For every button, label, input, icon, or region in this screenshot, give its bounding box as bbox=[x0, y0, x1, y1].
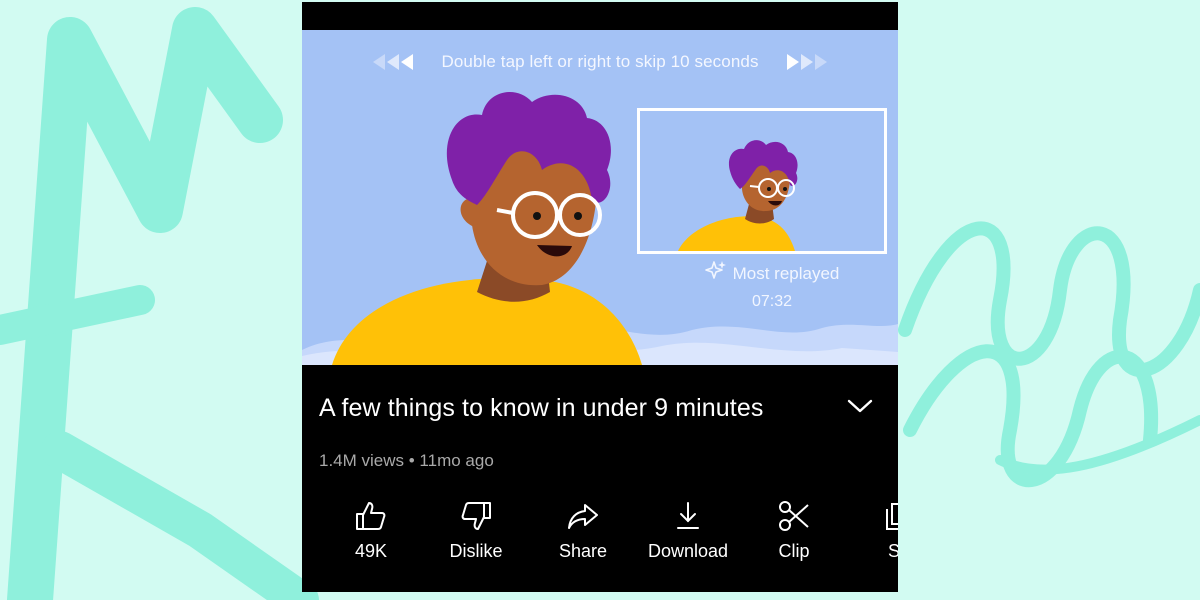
share-icon bbox=[528, 497, 638, 535]
like-count: 49K bbox=[354, 541, 388, 561]
save-button[interactable]: Sa bbox=[844, 497, 898, 562]
dislike-label: Dislike bbox=[449, 541, 503, 561]
youtube-phone-screen: Double tap left or right to skip 10 seco… bbox=[302, 2, 898, 592]
skip-hint: Double tap left or right to skip 10 seco… bbox=[302, 52, 898, 72]
save-label: Sa bbox=[887, 541, 898, 561]
download-label: Download bbox=[647, 541, 729, 561]
most-replayed-time: 07:32 bbox=[751, 293, 793, 310]
dislike-button[interactable]: Dislike bbox=[421, 497, 531, 562]
most-replayed-label: Most replayed bbox=[732, 263, 840, 283]
action-bar: 49K Dislike Share Download Clip S bbox=[302, 497, 898, 577]
video-title[interactable]: A few things to know in under 9 minutes bbox=[319, 394, 763, 423]
forward-arrows-icon bbox=[781, 52, 831, 72]
scissors-icon bbox=[739, 497, 849, 535]
most-replayed-marker: Most replayed 07:32 bbox=[672, 260, 872, 311]
download-button[interactable]: Download bbox=[633, 497, 743, 562]
thumbs-up-icon bbox=[316, 497, 426, 535]
save-icon bbox=[844, 497, 898, 535]
share-label: Share bbox=[558, 541, 608, 561]
sparkle-icon bbox=[704, 260, 727, 287]
clip-label: Clip bbox=[778, 541, 810, 561]
seek-preview-thumbnail bbox=[637, 108, 887, 254]
skip-hint-text: Double tap left or right to skip 10 seco… bbox=[441, 52, 759, 71]
rewind-arrows-icon bbox=[369, 52, 419, 72]
share-button[interactable]: Share bbox=[528, 497, 638, 562]
chevron-down-icon[interactable] bbox=[845, 395, 875, 422]
download-icon bbox=[633, 497, 743, 535]
thumbs-down-icon bbox=[421, 497, 531, 535]
like-button[interactable]: 49K bbox=[316, 497, 426, 562]
clip-button[interactable]: Clip bbox=[739, 497, 849, 562]
video-meta: 1.4M views • 11mo ago bbox=[319, 451, 494, 470]
video-player[interactable]: Double tap left or right to skip 10 seco… bbox=[302, 30, 898, 365]
